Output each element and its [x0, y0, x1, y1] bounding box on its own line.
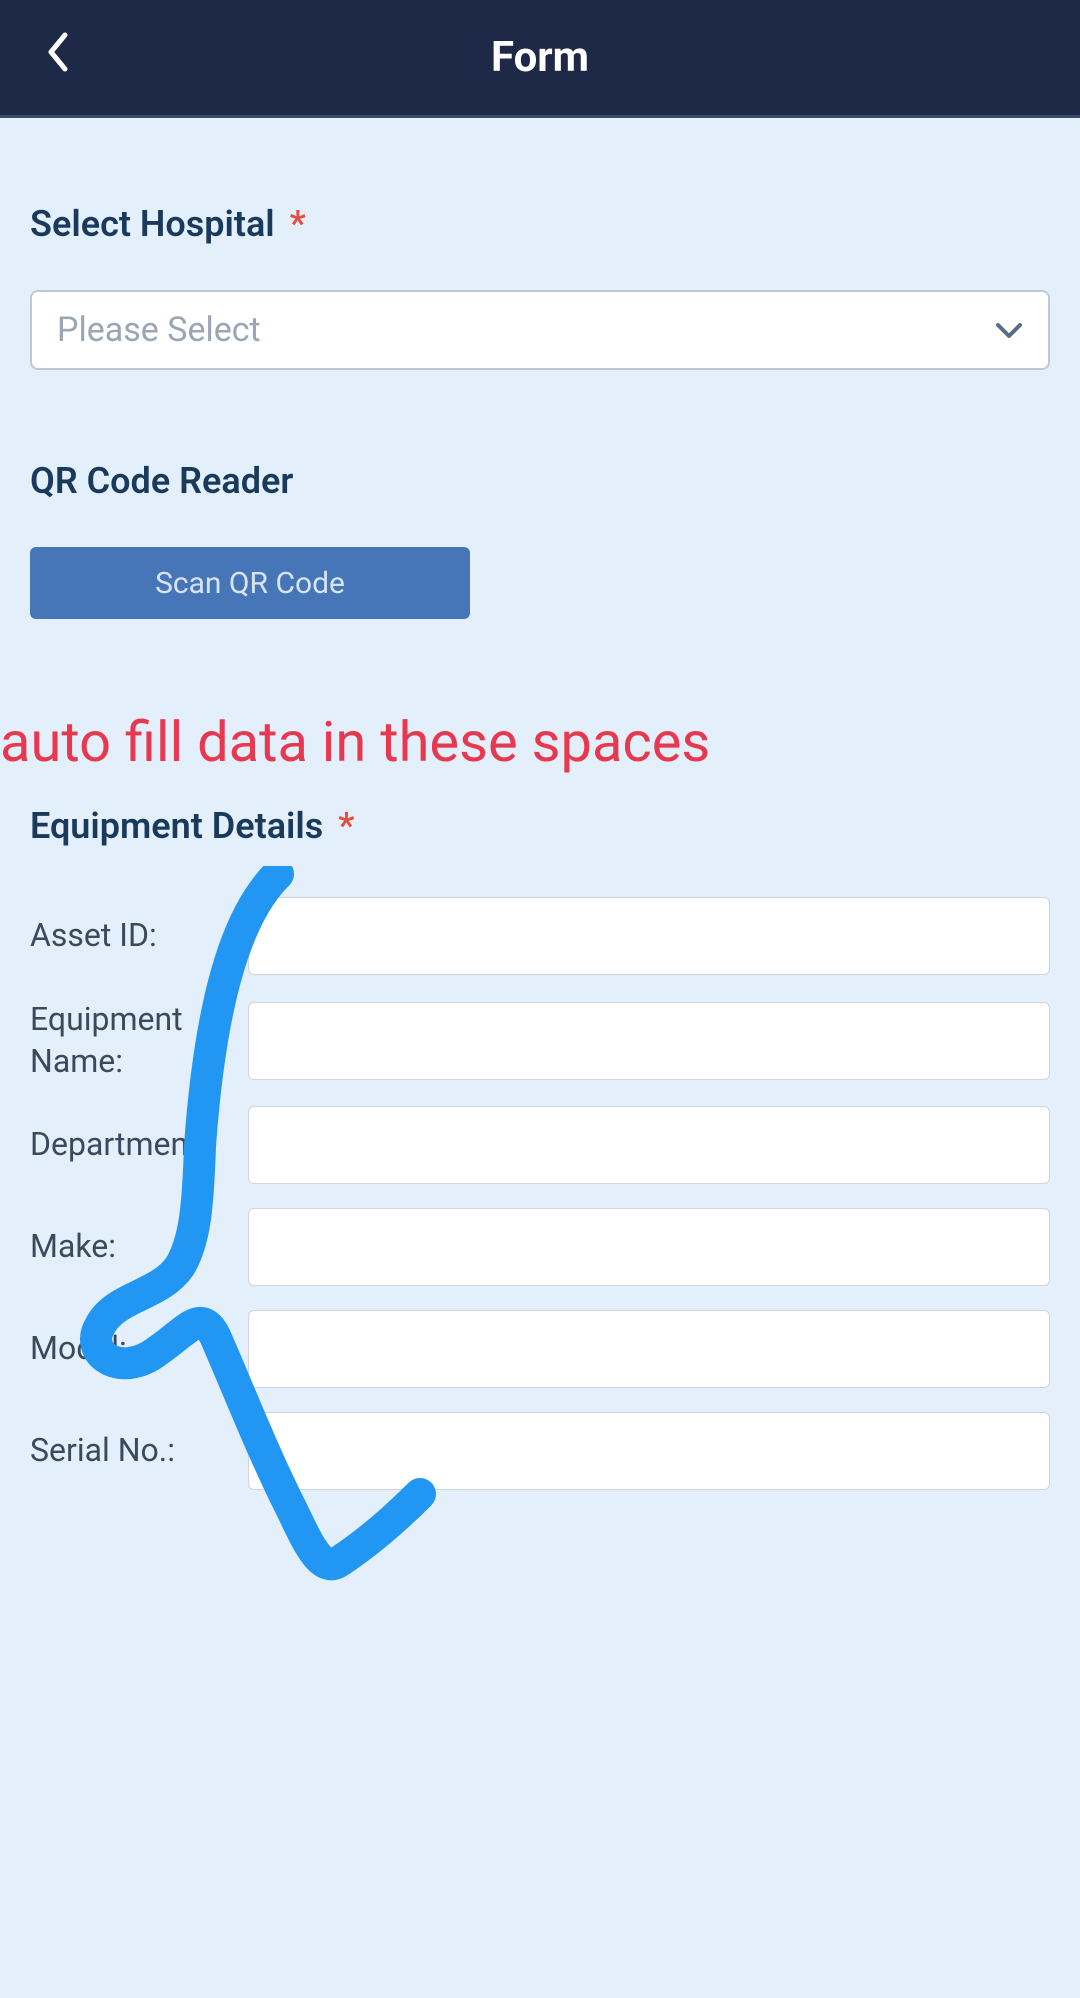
equipment-section: Equipment Details * Asset ID: Equipment …	[30, 805, 1050, 1490]
app-header: Form	[0, 0, 1080, 118]
serial-no-input[interactable]	[248, 1412, 1050, 1490]
department-row: Department:	[30, 1106, 1050, 1184]
chevron-left-icon	[45, 31, 69, 73]
annotation-text: auto fill data in these spaces	[0, 709, 1050, 775]
equipment-name-input[interactable]	[248, 1002, 1050, 1080]
serial-no-label: Serial No.:	[30, 1430, 248, 1472]
qr-field-group: QR Code Reader Scan QR Code	[30, 460, 1050, 619]
asset-id-row: Asset ID:	[30, 897, 1050, 975]
required-asterisk-icon: *	[290, 203, 306, 245]
hospital-label: Select Hospital *	[30, 203, 1050, 245]
equipment-name-label: Equipment Name:	[30, 999, 248, 1082]
asset-id-label: Asset ID:	[30, 915, 248, 957]
back-button[interactable]	[45, 31, 69, 85]
serial-no-row: Serial No.:	[30, 1412, 1050, 1490]
equipment-section-header: Equipment Details *	[30, 805, 1050, 847]
page-title: Form	[491, 33, 589, 82]
form-content: Select Hospital * Please Select QR Code …	[0, 118, 1080, 1490]
make-label: Make:	[30, 1226, 248, 1268]
asset-id-input[interactable]	[248, 897, 1050, 975]
hospital-dropdown[interactable]: Please Select	[30, 290, 1050, 370]
hospital-field-group: Select Hospital * Please Select	[30, 203, 1050, 370]
required-asterisk-icon: *	[338, 805, 354, 847]
make-row: Make:	[30, 1208, 1050, 1286]
make-input[interactable]	[248, 1208, 1050, 1286]
model-label: Model:	[30, 1328, 248, 1370]
equipment-name-row: Equipment Name:	[30, 999, 1050, 1082]
scan-qr-button[interactable]: Scan QR Code	[30, 547, 470, 619]
model-row: Model:	[30, 1310, 1050, 1388]
chevron-down-icon	[995, 314, 1023, 347]
hospital-dropdown-placeholder: Please Select	[57, 310, 261, 350]
department-label: Department:	[30, 1124, 248, 1166]
department-input[interactable]	[248, 1106, 1050, 1184]
model-input[interactable]	[248, 1310, 1050, 1388]
qr-label: QR Code Reader	[30, 460, 1050, 502]
hospital-label-text: Select Hospital	[30, 203, 275, 245]
equipment-section-label: Equipment Details	[30, 805, 323, 847]
